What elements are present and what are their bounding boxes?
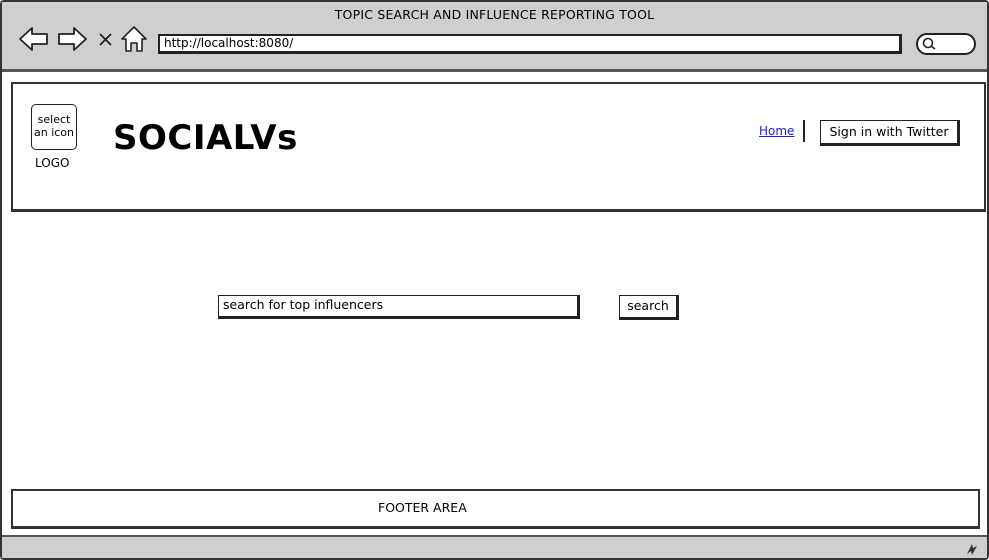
browser-window: TOPIC SEARCH AND INFLUENCE REPORTING TOO… bbox=[0, 0, 989, 560]
resize-grip-icon[interactable] bbox=[963, 540, 979, 556]
logo-placeholder: select an icon bbox=[31, 104, 77, 150]
browser-toolbar: TOPIC SEARCH AND INFLUENCE REPORTING TOO… bbox=[2, 2, 987, 72]
footer-label: FOOTER AREA bbox=[378, 500, 467, 515]
main-content: search for top influencers search bbox=[11, 214, 986, 486]
search-icon bbox=[922, 37, 936, 50]
sign-in-twitter-button[interactable]: Sign in with Twitter bbox=[820, 120, 960, 146]
back-arrow-icon[interactable] bbox=[18, 24, 50, 54]
site-brand: SOCIALVs bbox=[113, 118, 298, 158]
site-header: select an icon LOGO SOCIALVs Home Sign i… bbox=[11, 82, 986, 212]
close-icon[interactable] bbox=[94, 24, 118, 54]
logo-caption: LOGO bbox=[35, 156, 70, 170]
nav-divider bbox=[803, 120, 805, 142]
search-button[interactable]: search bbox=[619, 295, 679, 320]
browser-search-field[interactable] bbox=[916, 33, 976, 55]
forward-arrow-icon[interactable] bbox=[56, 24, 88, 54]
home-icon[interactable] bbox=[120, 24, 148, 54]
window-title: TOPIC SEARCH AND INFLUENCE REPORTING TOO… bbox=[334, 7, 655, 22]
influencer-search-input[interactable]: search for top influencers bbox=[218, 295, 580, 319]
browser-status-bar bbox=[2, 535, 987, 558]
site-footer: FOOTER AREA bbox=[11, 489, 980, 529]
url-bar[interactable]: http://localhost:8080/ bbox=[158, 34, 902, 54]
nav-home-link[interactable]: Home bbox=[759, 124, 794, 138]
